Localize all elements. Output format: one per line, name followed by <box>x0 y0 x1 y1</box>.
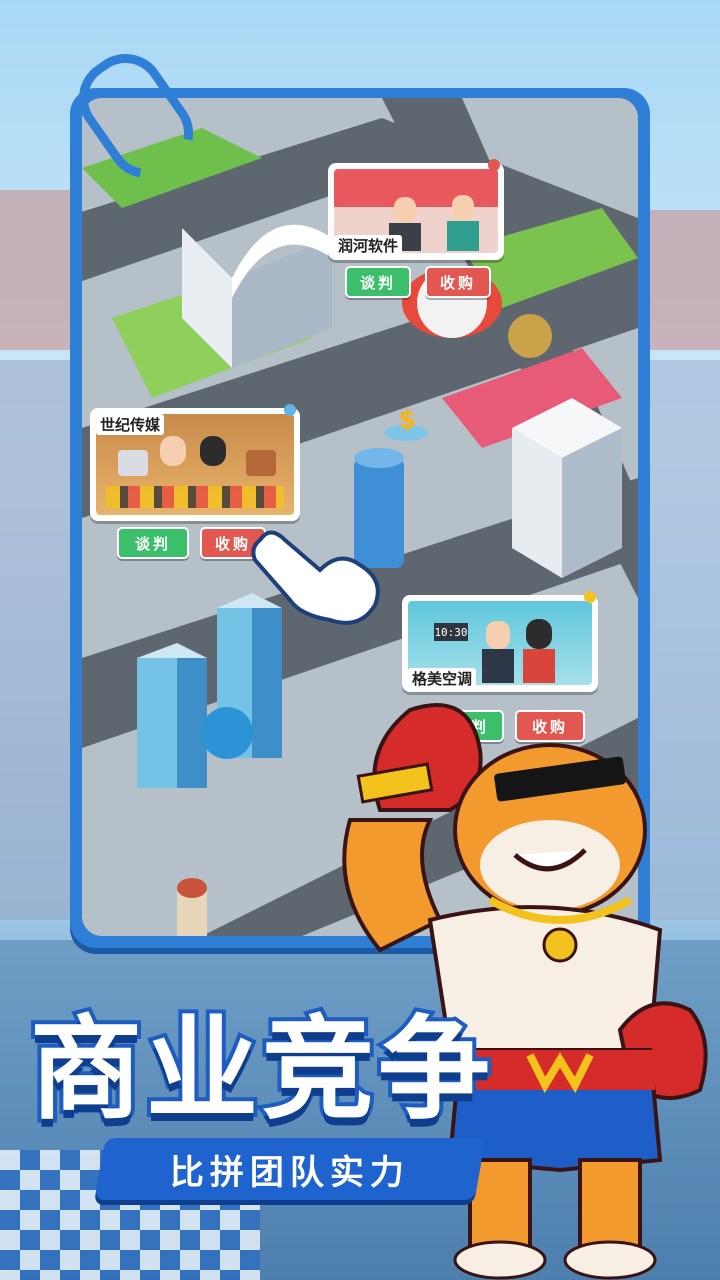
pin-icon <box>488 159 500 171</box>
avatar <box>526 619 552 649</box>
avatar <box>200 436 226 466</box>
pin-icon <box>584 591 596 603</box>
company-name: 格美空调 <box>408 668 477 689</box>
trophy-icon <box>118 450 148 476</box>
bg-building <box>0 360 70 920</box>
subtitle-banner: 比拼团队实力 <box>94 1138 486 1200</box>
bg-building <box>0 190 70 350</box>
microphones <box>106 486 284 508</box>
headline-title: 商业竞争 <box>26 1001 494 1139</box>
acquire-button[interactable]: 收购 <box>425 266 491 298</box>
negotiate-button[interactable]: 谈判 <box>117 527 189 559</box>
avatar <box>160 436 186 466</box>
company-card[interactable]: 润河软件 <box>328 159 504 260</box>
company-card[interactable]: 10:30 格美空调 <box>402 591 598 692</box>
character-suit <box>447 221 479 251</box>
avatar <box>394 197 416 223</box>
character-suit <box>523 649 555 683</box>
subtitle-text: 比拼团队实力 <box>170 1152 410 1193</box>
company-name: 润河软件 <box>334 235 403 256</box>
wall-clock: 10:30 <box>434 623 468 641</box>
avatar <box>486 621 510 649</box>
character-suit <box>482 649 514 683</box>
company-name: 世纪传媒 <box>96 414 165 435</box>
trophy-icon <box>246 450 276 476</box>
bg-building <box>650 210 720 350</box>
negotiate-button[interactable]: 谈判 <box>345 266 411 298</box>
tap-hand-icon <box>251 530 380 625</box>
pin-icon <box>284 404 296 416</box>
svg-text:$: $ <box>398 405 416 435</box>
company-card[interactable]: 世纪传媒 <box>90 404 300 521</box>
avatar <box>452 195 474 221</box>
